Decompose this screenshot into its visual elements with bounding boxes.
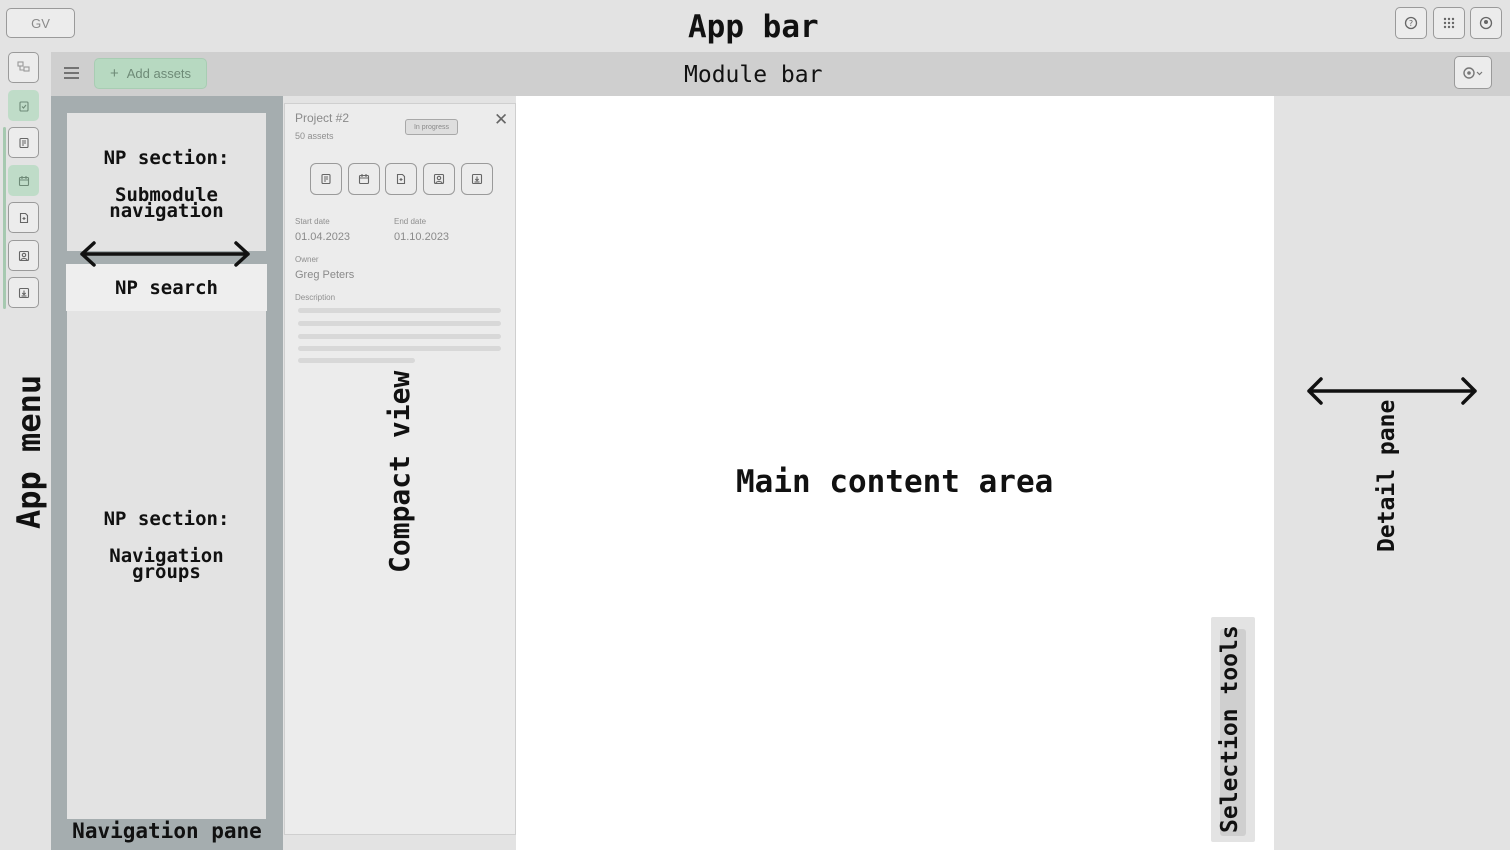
portrait-icon: [18, 250, 29, 261]
selection-tools[interactable]: Selection tools: [1211, 617, 1255, 842]
project-title: Project #2: [295, 111, 350, 125]
portrait-icon: [433, 173, 445, 185]
app-menu-item-download[interactable]: [8, 277, 39, 308]
status-badge: In progress: [405, 119, 458, 135]
compact-view-label: Compact view: [383, 370, 416, 574]
apps-button[interactable]: [1433, 7, 1465, 39]
app-menu-item-file-add[interactable]: [8, 202, 39, 233]
file-add-icon: [396, 173, 406, 185]
app-menu-active-indicator: [3, 127, 6, 309]
description-skeleton-line: [298, 334, 501, 339]
app-menu-item-calendar[interactable]: [8, 165, 39, 196]
module-menu-button[interactable]: [63, 65, 80, 86]
description-skeleton-line: [298, 346, 501, 351]
compact-view: Project #2 50 assets In progress ✕ Start…: [284, 103, 516, 835]
navigation-pane-label: Navigation pane: [72, 819, 262, 843]
start-date-value: 01.04.2023: [295, 231, 351, 243]
add-assets-button[interactable]: + Add assets: [94, 58, 207, 89]
calendar-icon: [18, 175, 29, 186]
settings-dropdown-icon: [1463, 66, 1483, 79]
app-bar: GV App bar ?: [0, 0, 1510, 50]
file-add-icon: [19, 212, 28, 223]
compact-view-footer: [284, 835, 516, 850]
asset-count: 50 assets: [295, 131, 334, 141]
help-icon: ?: [1404, 16, 1418, 30]
svg-text:?: ?: [1409, 19, 1413, 28]
end-date-label: End date: [394, 217, 427, 226]
np-groups-line3: groups: [132, 561, 201, 583]
app-menu-item-document[interactable]: [8, 127, 39, 158]
assets-icon: [17, 61, 30, 72]
module-settings-dropdown[interactable]: [1454, 56, 1492, 89]
download-icon: [18, 287, 29, 298]
navigation-pane: NP section: Submodule navigation NP sear…: [51, 96, 283, 850]
start-date-label: Start date: [295, 217, 330, 226]
detail-pane-label: Detail pane: [1374, 399, 1400, 553]
np-search-label: NP search: [115, 276, 218, 299]
compact-file-add-button[interactable]: [385, 163, 417, 195]
app-bar-title: App bar: [688, 9, 819, 45]
download-icon: [471, 173, 483, 185]
description-skeleton-line: [298, 308, 501, 313]
compact-calendar-button[interactable]: [348, 163, 380, 195]
description-skeleton-line: [298, 321, 501, 326]
np-groups-heading: NP section:: [103, 508, 230, 530]
main-content-area: Main content area Selection tools: [516, 96, 1274, 850]
document-icon: [18, 137, 29, 148]
apps-grid-icon: [1443, 17, 1455, 29]
app-menu-label: App menu: [10, 374, 48, 530]
app-menu-item-portrait[interactable]: [8, 240, 39, 271]
checklist-icon: [18, 100, 29, 112]
app-menu-item-assets[interactable]: [8, 52, 39, 83]
calendar-icon: [358, 174, 370, 185]
account-icon: [1479, 16, 1493, 30]
compact-download-button[interactable]: [461, 163, 493, 195]
compact-portrait-button[interactable]: [423, 163, 455, 195]
owner-label: Owner: [295, 255, 319, 264]
hamburger-icon: [64, 67, 79, 79]
description-label: Description: [295, 293, 336, 302]
np-submodule-heading: NP section:: [103, 147, 230, 169]
np-search[interactable]: NP search: [66, 264, 267, 311]
account-button[interactable]: [1470, 7, 1502, 39]
document-icon: [321, 173, 331, 185]
help-button[interactable]: ?: [1395, 7, 1427, 39]
user-avatar-button[interactable]: GV: [6, 8, 75, 38]
close-icon: ✕: [494, 110, 509, 129]
app-menu-item-checklist[interactable]: [8, 90, 39, 121]
end-date-value: 01.10.2023: [394, 231, 450, 243]
np-submodule-line3: navigation: [109, 200, 224, 222]
nav-pane-resize-arrow-icon[interactable]: [77, 240, 253, 268]
np-submodule-section[interactable]: NP section: Submodule navigation: [67, 113, 266, 251]
plus-icon: +: [109, 65, 119, 82]
owner-value: Greg Peters: [295, 269, 355, 281]
selection-tools-label: Selection tools: [1217, 625, 1243, 833]
module-bar-title: Module bar: [684, 62, 823, 88]
compact-document-button[interactable]: [310, 163, 342, 195]
np-navigation-groups[interactable]: NP section: Navigation groups: [67, 311, 266, 819]
main-content-label: Main content area: [736, 464, 1054, 500]
detail-pane: Detail pane: [1274, 96, 1510, 850]
module-bar: + Add assets Module bar: [51, 52, 1510, 96]
close-compact-view-button[interactable]: ✕: [494, 110, 508, 130]
add-assets-label: Add assets: [126, 66, 192, 81]
